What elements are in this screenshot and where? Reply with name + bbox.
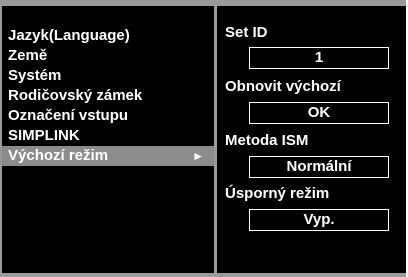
chevron-right-icon: ► xyxy=(192,149,204,163)
reset-label: Obnovit výchozí xyxy=(225,78,341,95)
menu-item-default-mode[interactable]: Výchozí režim ► xyxy=(2,146,214,166)
ism-method-field[interactable]: Normální xyxy=(249,156,389,178)
power-save-field[interactable]: Vyp. xyxy=(249,209,389,231)
menu-item-input-label[interactable]: Označení vstupu xyxy=(2,106,214,126)
menu-item-label: Země xyxy=(8,47,48,64)
set-id-label: Set ID xyxy=(225,24,268,41)
menu-item-label: Označení vstupu xyxy=(8,107,129,124)
menu-item-system[interactable]: Systém xyxy=(2,66,214,86)
menu-item-label: Výchozí režim xyxy=(8,147,109,164)
power-save-label: Úsporný režim xyxy=(225,185,330,202)
menu-item-language[interactable]: Jazyk(Language) xyxy=(2,26,214,46)
set-id-field[interactable]: 1 xyxy=(249,47,389,69)
menu-item-label: SIMPLINK xyxy=(8,127,80,144)
menu-item-parental-lock[interactable]: Rodičovský zámek xyxy=(2,86,214,106)
menu-item-country[interactable]: Země xyxy=(2,46,214,66)
reset-ok-button[interactable]: OK xyxy=(249,102,389,124)
ism-method-label: Metoda ISM xyxy=(225,132,309,149)
submenu-panel: Set ID 1 Obnovit výchozí OK Metoda ISM N… xyxy=(217,6,406,273)
osd-frame: Jazyk(Language) Země Systém Rodičovský z… xyxy=(0,0,406,277)
main-menu: Jazyk(Language) Země Systém Rodičovský z… xyxy=(2,6,214,273)
menu-item-label: Jazyk(Language) xyxy=(8,27,130,44)
menu-item-label: Rodičovský zámek xyxy=(8,87,143,104)
menu-item-label: Systém xyxy=(8,67,62,84)
menu-item-simplink[interactable]: SIMPLINK xyxy=(2,126,214,146)
